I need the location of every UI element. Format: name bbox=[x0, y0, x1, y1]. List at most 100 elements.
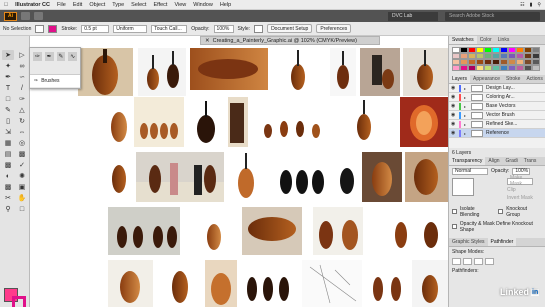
reference-photo[interactable] bbox=[362, 152, 402, 202]
color-swatch[interactable] bbox=[524, 65, 532, 71]
reference-photo[interactable] bbox=[270, 152, 335, 202]
tab-links[interactable]: Links bbox=[495, 36, 513, 44]
reference-photo[interactable] bbox=[240, 260, 300, 307]
reference-photo[interactable] bbox=[258, 97, 328, 147]
reference-photo[interactable] bbox=[313, 207, 363, 255]
color-swatch[interactable] bbox=[508, 65, 516, 71]
reference-photo[interactable] bbox=[335, 152, 360, 202]
artboard-tool-icon[interactable]: ▣ bbox=[16, 182, 28, 192]
lasso-tool-icon[interactable]: ∞ bbox=[16, 61, 28, 71]
menu-object[interactable]: Object bbox=[89, 2, 105, 8]
graphic-style-swatch[interactable] bbox=[254, 24, 264, 33]
layer-row[interactable]: ◉ ▸ Refined Ske... bbox=[449, 120, 545, 129]
reference-photo[interactable] bbox=[366, 260, 408, 307]
reference-photo[interactable] bbox=[108, 207, 180, 255]
layer-row[interactable]: ◉ ▸ Reference bbox=[449, 129, 545, 138]
reference-photo[interactable] bbox=[190, 48, 268, 90]
line-tool-icon[interactable]: / bbox=[16, 83, 28, 93]
intersect-icon[interactable] bbox=[474, 257, 483, 265]
tab-actions[interactable]: Actions bbox=[523, 75, 545, 83]
menu-file[interactable]: File bbox=[57, 2, 66, 8]
exclude-icon[interactable] bbox=[485, 257, 494, 265]
paintbrush-tool-icon[interactable]: ✑ bbox=[16, 94, 28, 104]
reference-photo[interactable] bbox=[350, 97, 378, 147]
tab-stroke[interactable]: Stroke bbox=[503, 75, 523, 83]
color-swatch[interactable] bbox=[516, 65, 524, 71]
opacity-input[interactable]: 100% bbox=[512, 167, 531, 175]
stroke-swatch[interactable] bbox=[48, 24, 58, 33]
menu-select[interactable]: Select bbox=[131, 2, 146, 8]
pencil-tool-icon[interactable]: ✎ bbox=[2, 105, 14, 115]
knockout-group-checkbox[interactable] bbox=[498, 209, 504, 214]
visibility-icon[interactable]: ◉ bbox=[451, 103, 456, 109]
unite-icon[interactable] bbox=[452, 257, 461, 265]
shaper-tool-icon[interactable]: △ bbox=[16, 105, 28, 115]
brushes-item[interactable]: ✑ Brushes bbox=[30, 74, 80, 87]
battery-icon[interactable]: ▮ bbox=[530, 2, 533, 8]
expand-arrow-icon[interactable]: ▸ bbox=[464, 122, 468, 127]
blend-tool-icon[interactable]: ◐ bbox=[2, 171, 14, 181]
reference-photo[interactable] bbox=[134, 97, 184, 147]
menu-help[interactable]: Help bbox=[220, 2, 231, 8]
menu-effect[interactable]: Effect bbox=[153, 2, 167, 8]
color-swatch[interactable] bbox=[476, 65, 484, 71]
zoom-tool-icon[interactable]: ⚲ bbox=[2, 204, 14, 214]
brush-definition[interactable]: Touch Call... bbox=[151, 24, 188, 33]
color-swatch[interactable] bbox=[492, 65, 500, 71]
visibility-icon[interactable]: ◉ bbox=[451, 94, 456, 100]
eraser-tool-icon[interactable]: ▯ bbox=[2, 116, 14, 126]
tab-appearance[interactable]: Appearance bbox=[470, 75, 503, 83]
layer-row[interactable]: ◉ ▸ Vector Brush bbox=[449, 111, 545, 120]
color-swatch[interactable] bbox=[468, 65, 476, 71]
artboard-canvas[interactable] bbox=[30, 45, 448, 307]
make-mask-button[interactable]: Make Mask bbox=[507, 175, 533, 187]
reference-photo[interactable] bbox=[415, 207, 448, 255]
visibility-icon[interactable]: ◉ bbox=[451, 85, 456, 91]
reference-photo[interactable] bbox=[233, 152, 259, 202]
menu-window[interactable]: Window bbox=[193, 2, 213, 8]
reference-photo[interactable] bbox=[405, 152, 448, 202]
reference-photo[interactable] bbox=[108, 97, 130, 147]
document-setup-button[interactable]: Document Setup bbox=[267, 24, 313, 33]
blob-brush-tool-icon[interactable]: ✒ bbox=[44, 52, 54, 61]
direct-selection-tool-icon[interactable]: ▷ bbox=[16, 50, 28, 60]
reference-photo[interactable] bbox=[302, 260, 362, 307]
reference-photo[interactable] bbox=[390, 207, 412, 255]
layer-row[interactable]: ◉ ▸ Coloring Ar... bbox=[449, 93, 545, 102]
workspace-switcher[interactable]: DVC Lab bbox=[388, 11, 438, 21]
reference-photo[interactable] bbox=[412, 260, 448, 307]
tab-swatches[interactable]: Swatches bbox=[449, 36, 477, 44]
width-tool-icon[interactable]: ⇔ bbox=[16, 127, 28, 137]
eyedropper-tool-icon[interactable]: ✓ bbox=[16, 160, 28, 170]
reference-photo[interactable] bbox=[138, 48, 186, 96]
reference-photo[interactable] bbox=[242, 207, 302, 255]
isolate-blending-checkbox[interactable] bbox=[452, 209, 457, 214]
spotlight-icon[interactable]: ⚲ bbox=[537, 2, 541, 8]
selection-tool-icon[interactable]: ➤ bbox=[2, 50, 14, 60]
opacity-label[interactable]: Opacity: bbox=[191, 26, 209, 32]
reference-photo[interactable] bbox=[136, 152, 224, 202]
perspective-grid-tool-icon[interactable]: ▤ bbox=[2, 149, 14, 159]
color-swatch[interactable] bbox=[452, 65, 460, 71]
shape-builder-tool-icon[interactable]: ◎ bbox=[16, 138, 28, 148]
minus-front-icon[interactable] bbox=[463, 257, 472, 265]
menu-view[interactable]: View bbox=[174, 2, 186, 8]
hand-tool-icon[interactable]: ✋ bbox=[16, 193, 28, 203]
paintbrush-tool-icon[interactable]: ✑ bbox=[33, 52, 42, 61]
apple-menu-icon[interactable]:  bbox=[4, 2, 8, 8]
expand-arrow-icon[interactable]: ▸ bbox=[464, 86, 468, 91]
app-menu[interactable]: Illustrator CC bbox=[15, 2, 50, 8]
visibility-icon[interactable]: ◉ bbox=[451, 121, 456, 127]
invert-mask-checkbox[interactable]: Invert Mask bbox=[507, 195, 533, 201]
free-transform-tool-icon[interactable]: ▦ bbox=[2, 138, 14, 148]
reference-photo[interactable] bbox=[160, 260, 200, 307]
stroke-weight-field[interactable]: 0.5 pt bbox=[81, 24, 110, 33]
reference-photo[interactable] bbox=[400, 97, 448, 147]
tab-graphic-styles[interactable]: Graphic Styles bbox=[449, 238, 488, 246]
expand-arrow-icon[interactable]: ▸ bbox=[464, 95, 468, 100]
opacity-field[interactable]: 100% bbox=[213, 24, 234, 33]
reference-photo[interactable] bbox=[78, 48, 133, 96]
curvature-tool-icon[interactable]: ∽ bbox=[16, 72, 28, 82]
rotate-tool-icon[interactable]: ↻ bbox=[16, 116, 28, 126]
menu-edit[interactable]: Edit bbox=[73, 2, 82, 8]
